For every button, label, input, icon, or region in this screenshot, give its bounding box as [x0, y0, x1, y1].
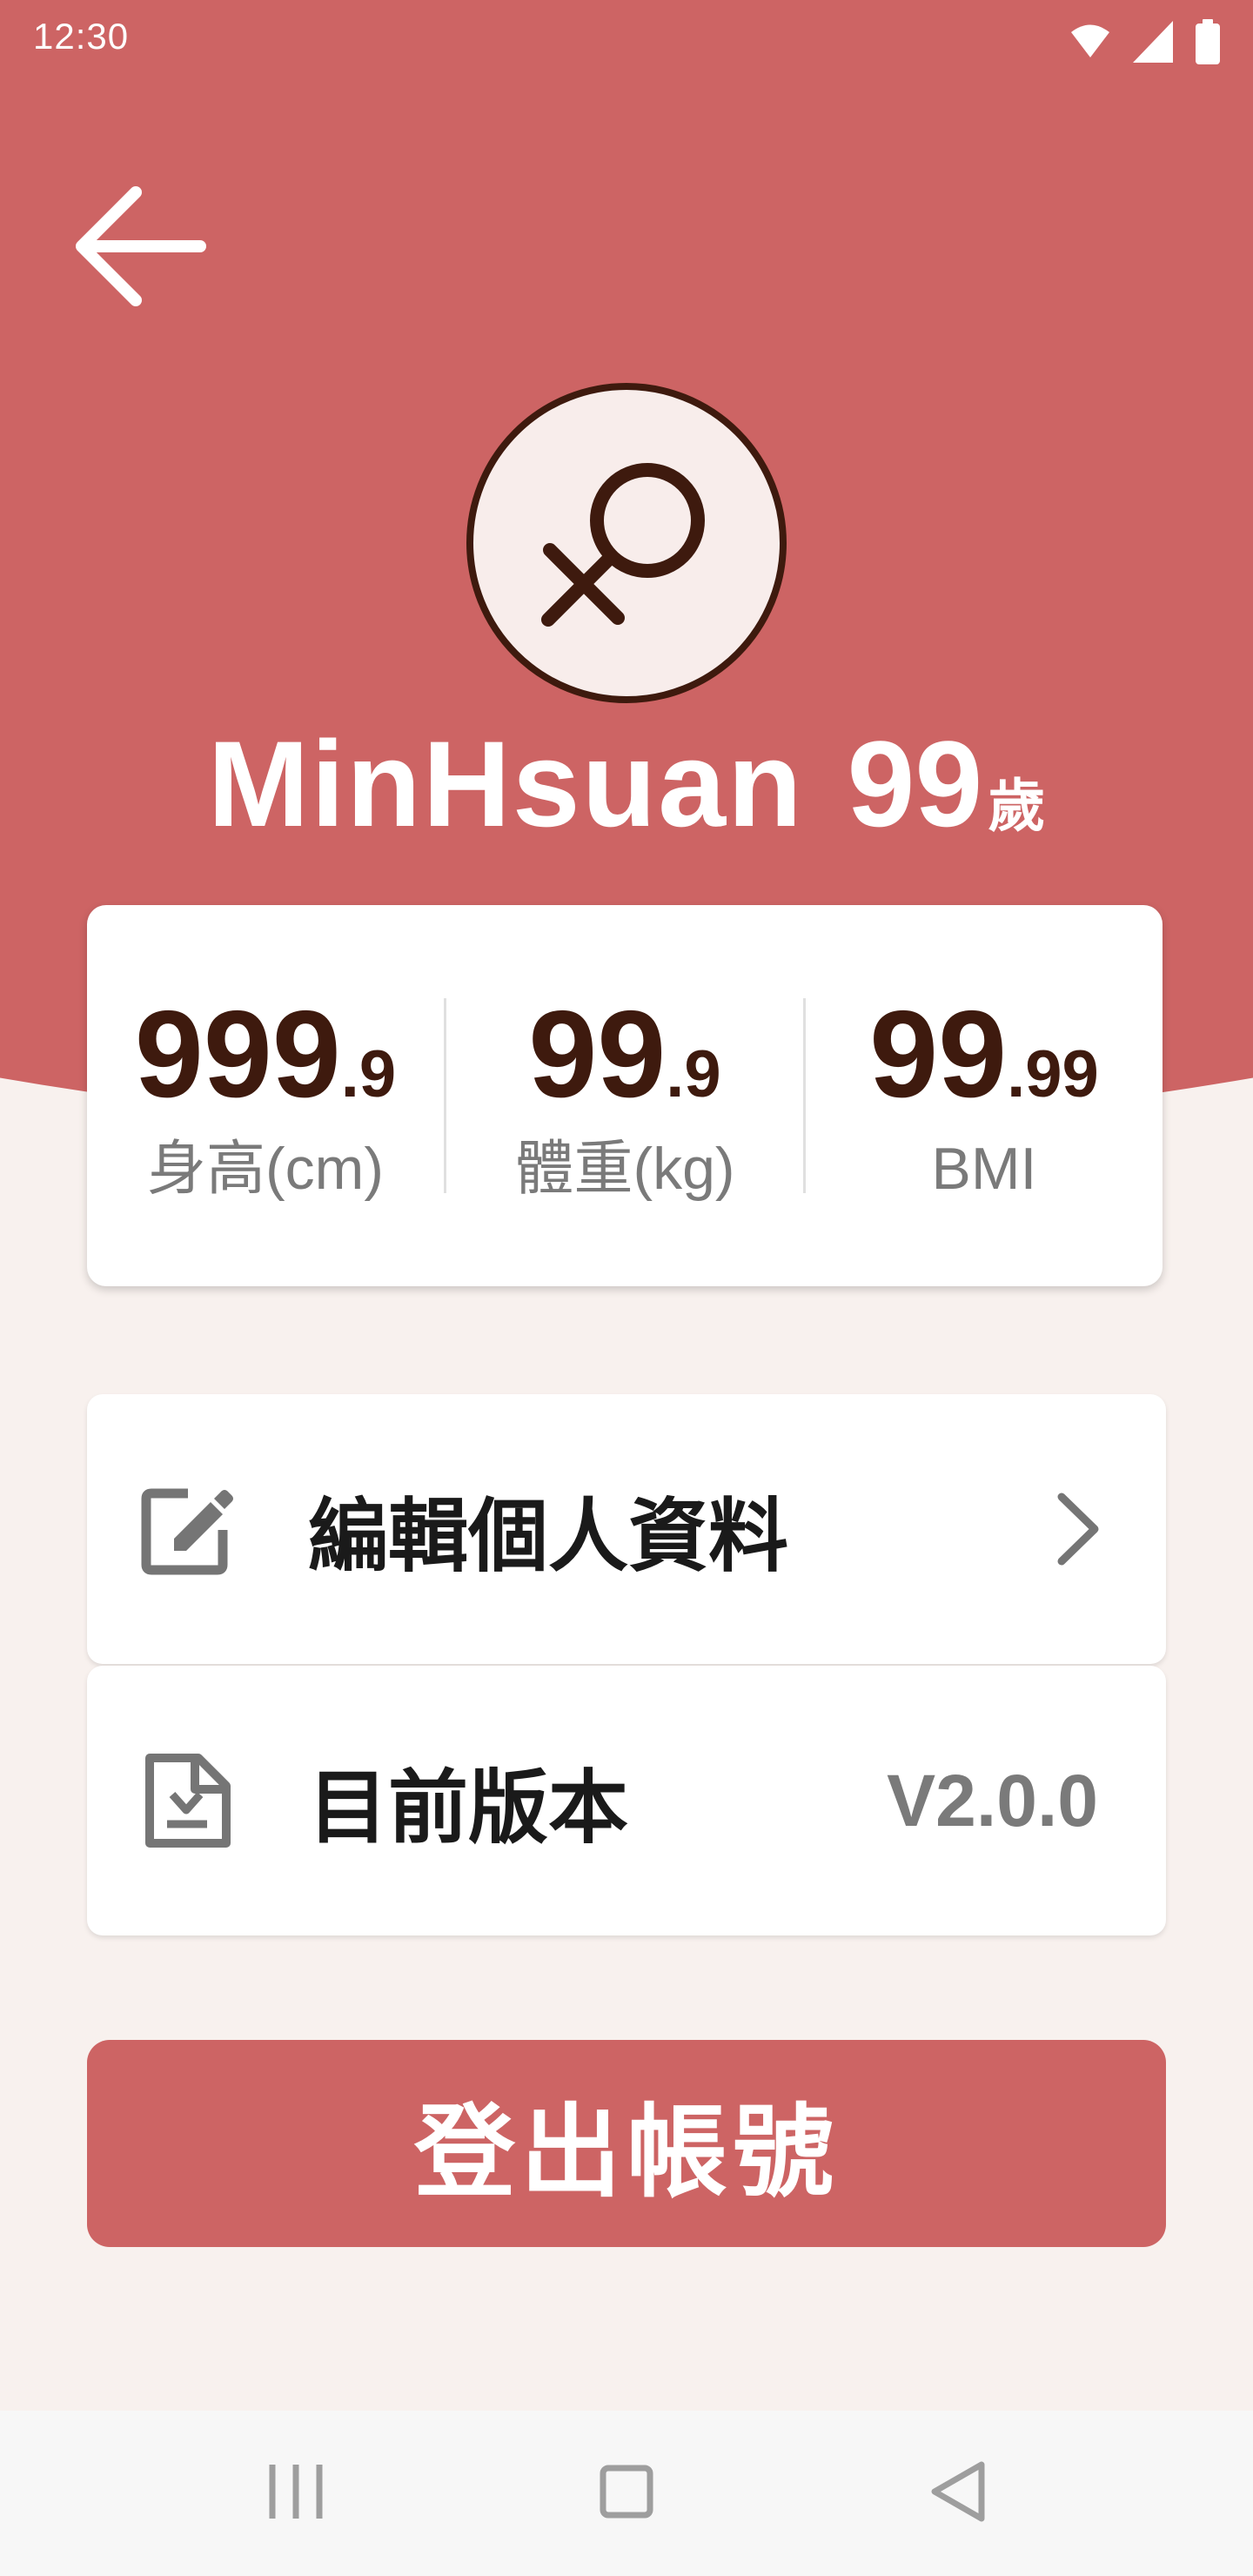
stat-bmi: 99.99 BMI: [806, 993, 1163, 1202]
stat-weight-label: 體重(kg): [514, 1136, 735, 1202]
back-triangle-icon: [928, 2459, 987, 2528]
stat-bmi-label: BMI: [931, 1136, 1037, 1202]
stat-weight-int: 99: [528, 985, 667, 1124]
stat-height-int: 999: [134, 985, 341, 1124]
stat-height-label: 身高(cm): [147, 1136, 384, 1202]
profile-name: MinHsuan: [207, 715, 804, 852]
home-icon: [599, 2464, 654, 2524]
profile-age: 99: [847, 715, 983, 852]
avatar: [466, 383, 787, 703]
logout-button[interactable]: 登出帳號: [87, 2040, 1166, 2247]
logout-label: 登出帳號: [414, 2096, 839, 2209]
stats-card: 999.9 身高(cm) 99.9 體重(kg) 99.99 BMI: [87, 905, 1163, 1286]
chevron-right-icon: [1044, 1481, 1114, 1577]
edit-profile-item[interactable]: 編輯個人資料: [87, 1394, 1166, 1664]
stat-weight: 99.9 體重(kg): [446, 993, 803, 1202]
female-symbol-icon: [531, 446, 722, 641]
stat-weight-value: 99.9: [528, 993, 720, 1117]
app-version-label: 目前版本: [308, 1763, 629, 1853]
stat-height-dec: .9: [340, 1037, 397, 1111]
recent-apps-icon: [265, 2461, 326, 2526]
status-icons: [1070, 19, 1220, 69]
back-nav-button[interactable]: [853, 2411, 1062, 2576]
stat-weight-dec: .9: [666, 1037, 721, 1111]
stat-bmi-int: 99: [869, 985, 1008, 1124]
battery-icon: [1196, 19, 1220, 69]
home-button[interactable]: [522, 2411, 731, 2576]
profile-age-unit: 歲: [988, 774, 1046, 838]
profile-heading: MinHsuan 99歲: [0, 714, 1253, 855]
app-version-item: 目前版本 V2.0.0: [87, 1666, 1166, 1935]
stat-bmi-dec: .99: [1007, 1037, 1099, 1111]
recent-apps-button[interactable]: [191, 2411, 400, 2576]
stat-height-value: 999.9: [135, 993, 396, 1117]
stat-bmi-value: 99.99: [869, 993, 1099, 1117]
arrow-left-icon: [70, 185, 209, 312]
document-download-icon: [139, 1753, 235, 1848]
cellular-signal-icon: [1133, 21, 1173, 67]
edit-note-icon: [139, 1481, 235, 1577]
app-version-value: V2.0.0: [887, 1759, 1098, 1841]
system-nav-bar: [0, 2411, 1253, 2576]
status-time: 12:30: [33, 16, 130, 57]
stat-height: 999.9 身高(cm): [87, 993, 444, 1202]
back-button[interactable]: [70, 183, 218, 313]
wifi-icon: [1070, 24, 1110, 64]
status-bar: 12:30: [0, 0, 1253, 80]
edit-profile-label: 編輯個人資料: [308, 1492, 789, 1581]
